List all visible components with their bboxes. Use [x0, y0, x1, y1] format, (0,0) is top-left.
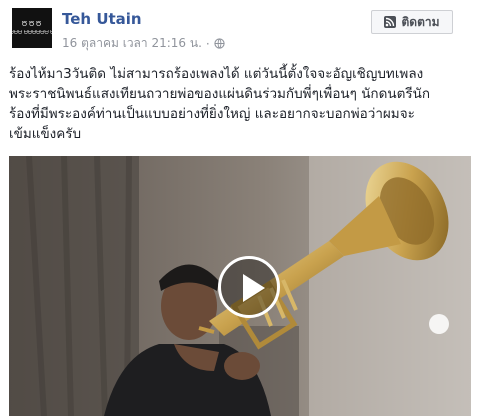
avatar-logo-text: ԾԾԾ — [21, 19, 43, 28]
post-meta: 16 ตุลาคม เวลา 21:16 น. · — [62, 34, 225, 53]
facebook-post: ԾԾԾ ᗨᗨᗨ ᗨᗨᗨᗨᗨᗨ ᗨ Teh Utain 16 ตุลาคม เวล… — [0, 0, 480, 416]
post-timestamp[interactable]: 16 ตุลาคม เวลา 21:16 น. — [62, 34, 202, 53]
meta-separator: · — [205, 36, 210, 51]
avatar-logo-subtext: ᗨᗨᗨ ᗨᗨᗨᗨᗨᗨ ᗨ — [12, 29, 52, 36]
caption-line: พระราชนิพนธ์แสงเทียนถวายพ่อของแผ่นดินร่ว… — [9, 86, 431, 102]
caption-line: ร้องไห้มา3วันติด ไม่สามารถร้องเพลงได้ แต… — [9, 66, 424, 82]
video-player[interactable] — [9, 156, 471, 416]
author-name[interactable]: Teh Utain — [62, 10, 142, 28]
post-caption: ร้องไห้มา3วันติด ไม่สามารถร้องเพลงได้ แต… — [9, 64, 471, 144]
post-header: ԾԾԾ ᗨᗨᗨ ᗨᗨᗨᗨᗨᗨ ᗨ Teh Utain 16 ตุลาคม เวล… — [0, 0, 480, 62]
rss-icon — [384, 16, 397, 28]
avatar[interactable]: ԾԾԾ ᗨᗨᗨ ᗨᗨᗨᗨᗨᗨ ᗨ — [12, 8, 52, 48]
play-icon — [243, 274, 265, 302]
follow-button[interactable]: ติดตาม — [371, 10, 453, 34]
play-button[interactable] — [218, 256, 280, 318]
caption-line: เข้มแข็งครับ — [9, 126, 82, 142]
follow-label: ติดตาม — [401, 14, 440, 29]
caption-line: ร้องที่มีพระองค์ท่านเป็นแบบอย่างที่ยิ่งใ… — [9, 106, 415, 122]
globe-icon[interactable] — [214, 38, 225, 49]
